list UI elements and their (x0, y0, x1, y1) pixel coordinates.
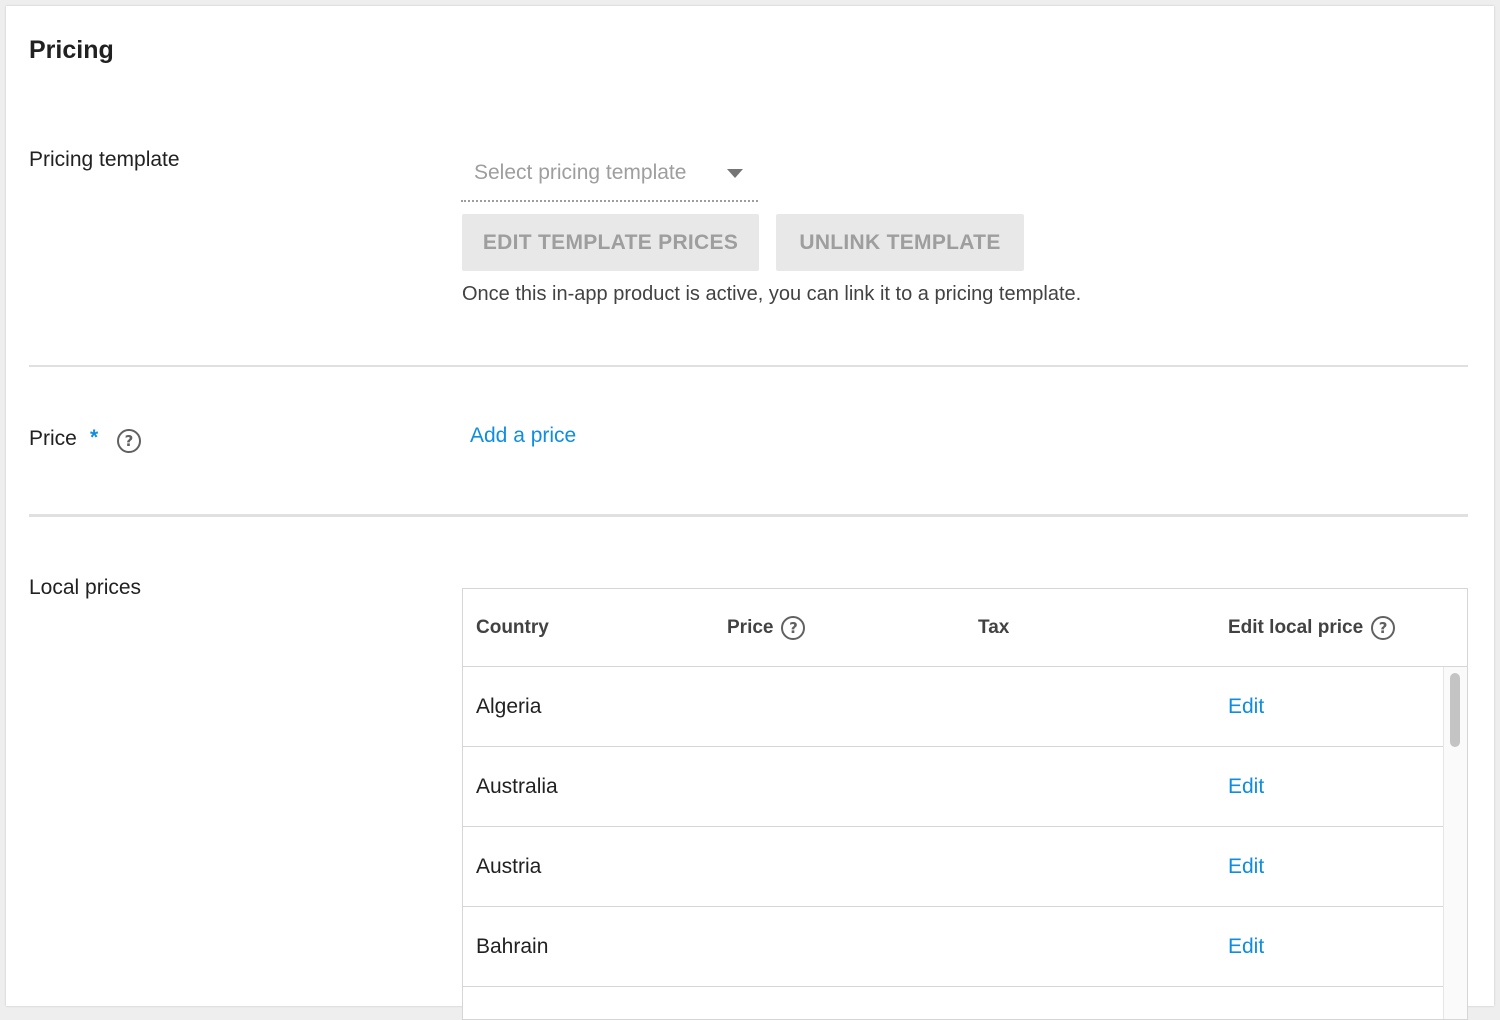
table-row (463, 987, 1443, 1019)
required-asterisk: * (90, 426, 99, 449)
page-title: Pricing (29, 36, 114, 64)
column-header-tax-label: Tax (978, 616, 1010, 638)
help-circle-icon[interactable]: ? (117, 429, 141, 453)
table-row: Australia Edit (463, 747, 1443, 827)
country-cell: Algeria (476, 694, 542, 718)
table-body: Algeria Edit Australia Edit Austria Edit… (463, 667, 1443, 1019)
column-header-country: Country (476, 589, 549, 666)
pricing-template-label: Pricing template (29, 148, 180, 171)
pricing-template-hint: Once this in-app product is active, you … (462, 283, 1082, 305)
add-price-link[interactable]: Add a price (470, 424, 576, 448)
divider (29, 365, 1468, 367)
edit-local-price-link[interactable]: Edit (1228, 667, 1264, 746)
column-header-tax: Tax (978, 589, 1009, 666)
local-prices-label: Local prices (29, 576, 142, 599)
help-circle-icon[interactable]: ? (781, 615, 806, 640)
pricing-template-select[interactable]: Select pricing template (461, 156, 758, 202)
price-label: Price (29, 427, 77, 450)
table-row: Austria Edit (463, 827, 1443, 907)
column-header-country-label: Country (476, 616, 549, 638)
edit-local-price-link[interactable]: Edit (1228, 827, 1264, 906)
chevron-down-icon (727, 169, 743, 178)
help-circle-icon[interactable]: ? (1371, 615, 1396, 640)
edit-local-price-link[interactable]: Edit (1228, 907, 1264, 986)
table-row: Bahrain Edit (463, 907, 1443, 987)
unlink-template-button[interactable]: UNLINK TEMPLATE (776, 214, 1024, 271)
edit-template-prices-button[interactable]: EDIT TEMPLATE PRICES (462, 214, 759, 271)
column-header-price-label: Price (727, 616, 774, 638)
scrollbar-thumb[interactable] (1450, 673, 1460, 747)
country-cell: Australia (476, 774, 558, 798)
pricing-card: Pricing Pricing template Select pricing … (6, 6, 1494, 1020)
local-prices-table: Country Price ? Tax Edit local price ? A… (462, 588, 1468, 1020)
column-header-price: Price ? (727, 589, 806, 666)
country-cell: Austria (476, 854, 542, 878)
table-scrollbar[interactable] (1443, 667, 1467, 1019)
divider (29, 514, 1468, 517)
country-cell: Bahrain (476, 934, 549, 958)
table-row: Algeria Edit (463, 667, 1443, 747)
edit-local-price-link[interactable]: Edit (1228, 747, 1264, 826)
table-header: Country Price ? Tax Edit local price ? (463, 589, 1467, 667)
column-header-edit-label: Edit local price (1228, 616, 1364, 638)
pricing-template-placeholder: Select pricing template (474, 161, 687, 184)
column-header-edit-local-price: Edit local price ? (1228, 589, 1396, 666)
